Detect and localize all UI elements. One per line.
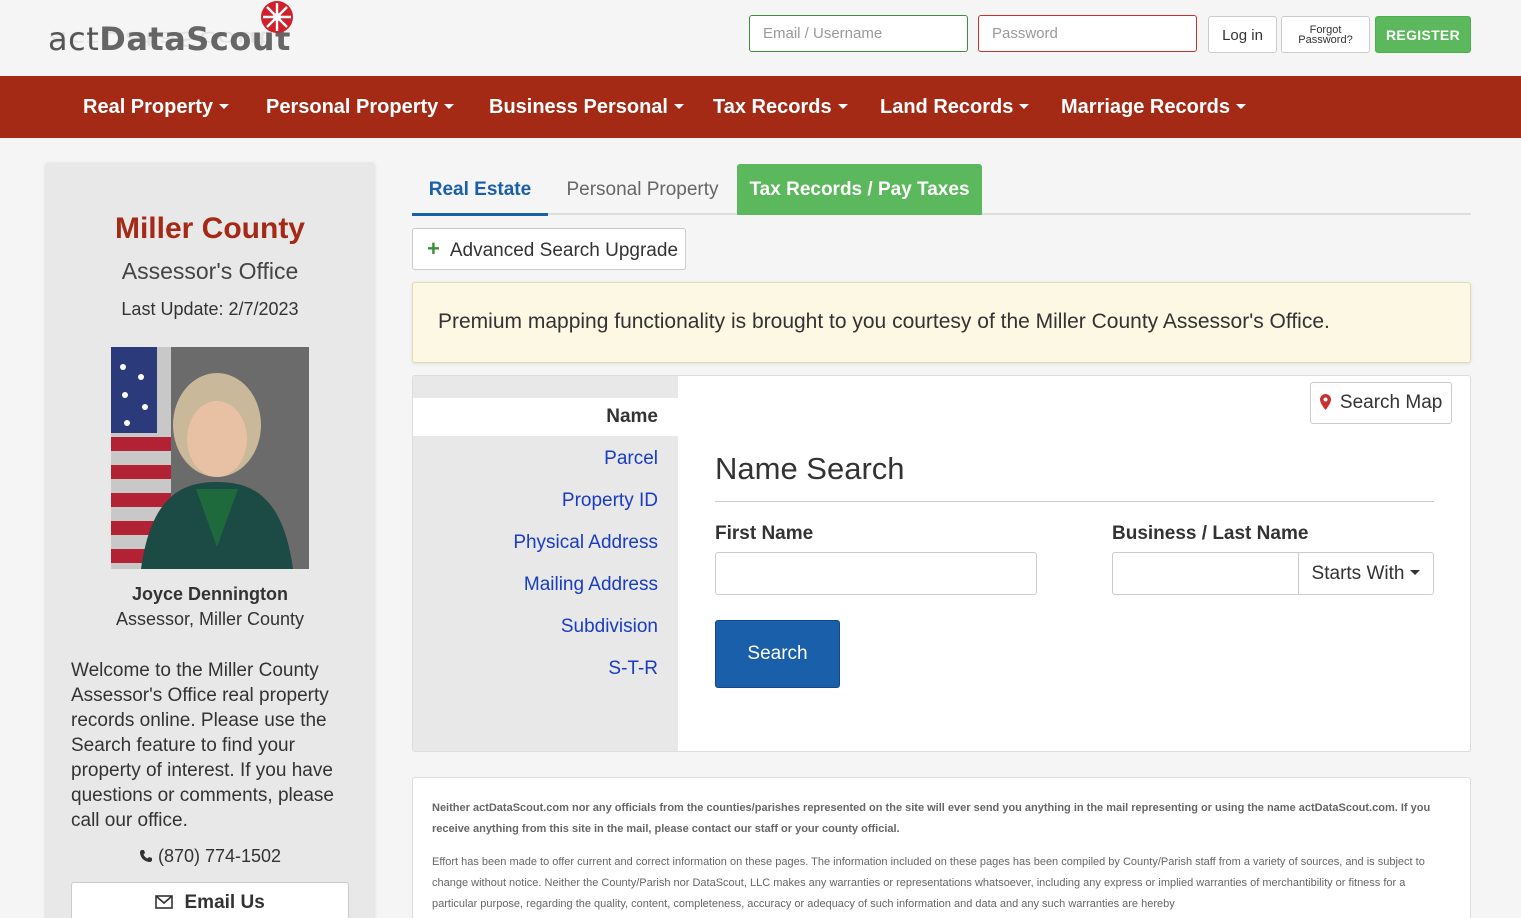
nav-real-property[interactable]: Real Property [83, 76, 230, 138]
nav-tax-records[interactable]: Tax Records [713, 76, 848, 138]
disclaimer: Neither actDataScout.com nor any officia… [412, 777, 1471, 918]
starts-with-dropdown[interactable]: Starts With [1298, 552, 1434, 595]
official-photo [111, 347, 309, 569]
search-type-menu: Name Parcel Property ID Physical Address… [413, 376, 678, 751]
mail-warning: Neither actDataScout.com nor any officia… [432, 802, 1431, 835]
nav-label: Business Personal [489, 96, 668, 118]
nav-label: Marriage Records [1061, 96, 1230, 118]
main-nav: Real Property Personal Property Business… [0, 76, 1521, 138]
forgot-line-2: Password? [1298, 34, 1353, 46]
advanced-search-upgrade-button[interactable]: + Advanced Search Upgrade [412, 228, 686, 270]
forgot-password-button[interactable]: Forgot Password? [1281, 16, 1370, 53]
nav-marriage-records[interactable]: Marriage Records [1061, 76, 1246, 138]
search-type-property-id[interactable]: Property ID [413, 482, 678, 520]
logo-reflection: actDataScout [48, 27, 271, 50]
search-type-physical-address[interactable]: Physical Address [413, 524, 678, 562]
starts-with-label: Starts With [1311, 563, 1405, 584]
search-type-subdivision[interactable]: Subdivision [413, 608, 678, 646]
last-name-input[interactable] [1112, 552, 1299, 595]
nav-label: Personal Property [266, 96, 439, 118]
advanced-search-label: Advanced Search Upgrade [449, 240, 679, 261]
chevron-down-icon [219, 104, 230, 110]
search-map-button[interactable]: Search Map [1310, 382, 1452, 424]
phone-number: (870) 774-1502 [46, 846, 374, 867]
tab-tax-records[interactable]: Tax Records / Pay Taxes [737, 164, 982, 215]
official-role: Assessor, Miller County [115, 609, 305, 629]
login-button[interactable]: Log in [1208, 16, 1277, 53]
email-us-label: Email Us [184, 892, 265, 913]
search-title: Name Search [715, 451, 905, 486]
nav-business-personal[interactable]: Business Personal [489, 76, 684, 138]
plus-icon: + [427, 236, 440, 261]
record-tabs: Real Estate Personal Property Tax Record… [412, 164, 1471, 216]
nav-label: Land Records [880, 96, 1014, 118]
official-name: Joyce Dennington [131, 584, 288, 604]
email-username-field[interactable]: Email / Username [749, 15, 968, 52]
premium-notice: Premium mapping functionality is brought… [412, 282, 1471, 363]
phone-icon [139, 850, 152, 862]
nav-label: Real Property [83, 96, 214, 118]
chevron-down-icon [837, 104, 848, 110]
email-us-button[interactable]: Email Us [71, 882, 349, 918]
portrait-image [111, 347, 309, 569]
register-button[interactable]: REGISTER [1375, 16, 1471, 53]
chevron-down-icon [1019, 104, 1030, 110]
chevron-down-icon [1235, 104, 1246, 110]
logo-star-icon [261, 1, 293, 33]
nav-land-records[interactable]: Land Records [880, 76, 1030, 138]
county-info-panel: Miller County Assessor's Office Last Upd… [46, 164, 374, 918]
county-title: Miller County [114, 212, 305, 245]
chevron-down-icon [673, 104, 684, 110]
password-field[interactable]: Password [978, 15, 1197, 52]
search-button[interactable]: Search [715, 620, 840, 688]
site-header: actDataScout actDataScout Email / Userna… [0, 0, 1521, 76]
phone-label: (870) 774-1502 [157, 846, 282, 866]
search-type-mailing-address[interactable]: Mailing Address [413, 566, 678, 604]
welcome-text: Welcome to the Miller County Assessor's … [71, 660, 334, 831]
last-name-label: Business / Last Name [1112, 523, 1309, 544]
nav-personal-property[interactable]: Personal Property [266, 76, 455, 138]
logo[interactable]: actDataScout actDataScout [48, 1, 298, 72]
tab-real-estate[interactable]: Real Estate [412, 164, 548, 216]
search-type-str[interactable]: S-T-R [413, 650, 678, 688]
last-update: Last Update: 2/7/2023 [121, 299, 299, 319]
divider [715, 501, 1434, 502]
tab-personal-property[interactable]: Personal Property [548, 164, 737, 215]
envelope-icon [155, 895, 174, 909]
search-type-parcel[interactable]: Parcel [413, 440, 678, 478]
search-panel: Name Parcel Property ID Physical Address… [412, 375, 1471, 752]
disclaimer-body: Effort has been made to offer current an… [432, 856, 1425, 910]
chevron-down-icon [444, 104, 455, 110]
first-name-input[interactable] [715, 552, 1037, 595]
office-title: Assessor's Office [121, 258, 299, 284]
chevron-down-icon [1410, 570, 1421, 576]
search-type-name[interactable]: Name [413, 398, 678, 436]
map-pin-icon [1319, 394, 1331, 410]
search-map-label: Search Map [1339, 392, 1443, 413]
first-name-label: First Name [715, 523, 814, 544]
nav-label: Tax Records [713, 96, 832, 118]
